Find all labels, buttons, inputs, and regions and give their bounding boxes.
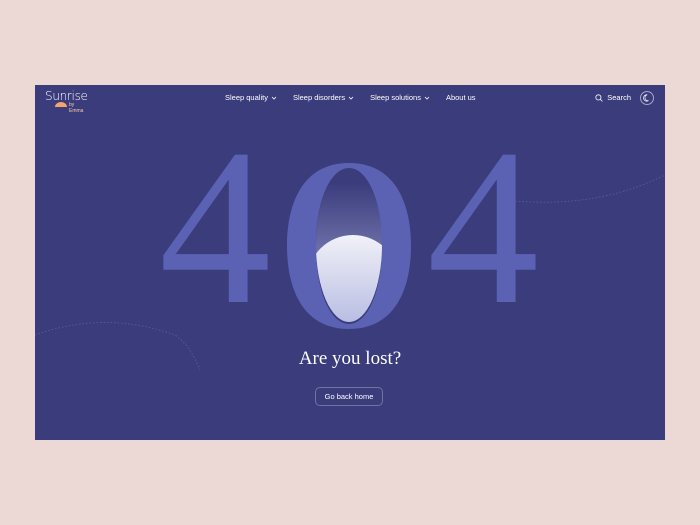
main-nav: Sleep quality Sleep disorders Sleep solu… — [225, 93, 476, 102]
page-frame: Sunrise by Emma Sleep quality Sleep diso… — [35, 85, 665, 440]
moon-icon — [643, 94, 649, 102]
search-label: Search — [607, 93, 631, 102]
nav-item-label: About us — [445, 93, 476, 102]
chevron-down-icon — [348, 96, 354, 100]
error-digit-zero-with-moon — [287, 163, 411, 329]
go-back-home-button[interactable]: Go back home — [315, 387, 383, 406]
nav-item-sleep-solutions[interactable]: Sleep solutions — [370, 93, 430, 102]
error-digit-right: 4 — [427, 103, 539, 351]
chevron-down-icon — [424, 96, 430, 100]
search-button[interactable]: Search — [595, 93, 631, 102]
sun-icon — [55, 102, 67, 107]
nav-item-label: Sleep solutions — [370, 93, 421, 102]
theme-toggle-button[interactable] — [640, 91, 654, 105]
nav-item-label: Sleep quality — [225, 93, 268, 102]
nav-item-label: Sleep disorders — [292, 93, 346, 102]
logo-text: Sunrise — [45, 89, 88, 103]
nav-item-about-us[interactable]: About us — [446, 93, 476, 102]
logo[interactable]: Sunrise by Emma — [45, 89, 88, 114]
logo-subtext: by Emma — [69, 102, 84, 114]
chevron-down-icon — [271, 96, 277, 100]
nav-item-sleep-disorders[interactable]: Sleep disorders — [293, 93, 354, 102]
nav-item-sleep-quality[interactable]: Sleep quality — [225, 93, 277, 102]
error-title: Are you lost? — [298, 348, 402, 369]
search-icon — [595, 93, 603, 102]
error-digit-left: 4 — [159, 103, 271, 351]
